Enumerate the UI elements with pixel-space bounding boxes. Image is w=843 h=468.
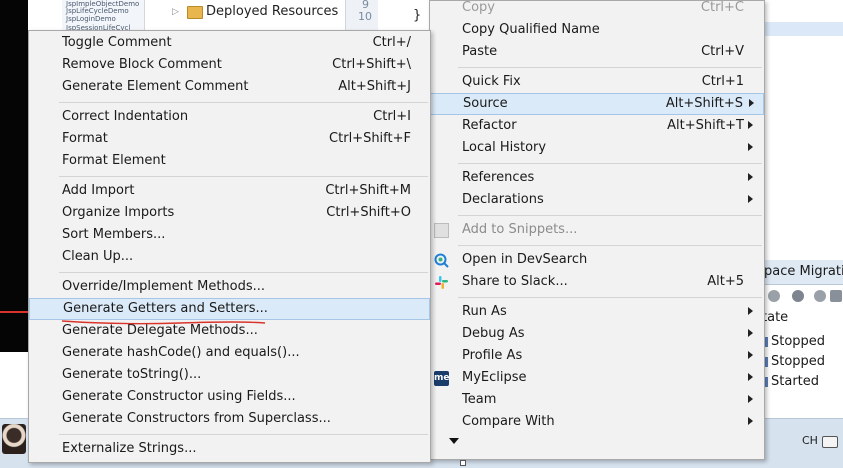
menu-item-remove-block-comment[interactable]: Remove Block Comment Ctrl+Shift+\ (29, 55, 430, 77)
menu-item-externalize-strings[interactable]: Externalize Strings... (29, 439, 430, 461)
menu-item-clean-up[interactable]: Clean Up... (29, 247, 430, 269)
menu-separator (59, 176, 428, 177)
menu-item-quick-fix[interactable]: Quick Fix Ctrl+1 (430, 72, 764, 94)
menu-item-toggle-comment[interactable]: Toggle Comment Ctrl+/ (29, 33, 430, 55)
menu-item-generate-element-comment[interactable]: Generate Element Comment Alt+Shift+J (29, 77, 430, 99)
state-column-header[interactable]: tate (762, 310, 788, 325)
red-underline-annotation (61, 320, 266, 325)
profile-icon[interactable] (814, 290, 826, 302)
menu-item-sort-members[interactable]: Sort Members... (29, 225, 430, 247)
scroll-down-arrow-icon[interactable] (449, 438, 459, 444)
menu-item-copy[interactable]: Copy Ctrl+C (430, 0, 764, 20)
menu-separator (458, 163, 762, 164)
submenu-arrow-icon (748, 373, 753, 381)
deployed-resources-label[interactable]: Deployed Resources (206, 4, 338, 19)
editor-line-highlight (765, 22, 843, 36)
menu-item-paste[interactable]: Paste Ctrl+V (430, 42, 764, 64)
expand-arrow-icon[interactable]: ▷ (172, 7, 179, 17)
menu-item-generate-constructors-from-superclass[interactable]: Generate Constructors from Superclass... (29, 409, 430, 431)
devsearch-icon (434, 253, 449, 268)
tree-item[interactable]: JspLifeCycleDemo (66, 7, 129, 15)
selection-handle (460, 460, 466, 466)
submenu-arrow-icon (748, 351, 753, 359)
menu-item-open-in-devsearch[interactable]: Open in DevSearch (430, 250, 764, 272)
menu-item-correct-indentation[interactable]: Correct Indentation Ctrl+I (29, 107, 430, 129)
menu-item-references[interactable]: References (430, 168, 764, 190)
start-icon[interactable] (792, 290, 804, 302)
snippets-icon (434, 223, 449, 238)
menu-item-declarations[interactable]: Declarations (430, 190, 764, 212)
menu-separator (59, 272, 428, 273)
menu-item-profile-as[interactable]: Profile As (430, 346, 764, 368)
folder-icon (187, 6, 203, 19)
menu-separator (59, 102, 428, 103)
menu-item-generate-tostring[interactable]: Generate toString()... (29, 365, 430, 387)
menu-item-add-import[interactable]: Add Import Ctrl+Shift+M (29, 181, 430, 203)
submenu-arrow-icon (748, 173, 753, 181)
menu-item-generate-getters-and-setters[interactable]: Generate Getters and Setters... (29, 298, 430, 320)
server-state[interactable]: Stopped (771, 334, 825, 349)
menu-item-refactor[interactable]: Refactor Alt+Shift+T (430, 116, 764, 138)
servers-tab-title[interactable]: pace Migration (764, 264, 843, 279)
menu-item-override-implement-methods[interactable]: Override/Implement Methods... (29, 277, 430, 299)
code-brace: } (413, 8, 422, 23)
red-marker-line (0, 311, 28, 313)
menu-item-myeclipse[interactable]: me MyEclipse (430, 368, 764, 390)
menu-separator (59, 434, 428, 435)
context-menu: Copy Ctrl+C Copy Qualified Name Paste Ct… (429, 0, 765, 460)
menu-separator (458, 67, 762, 68)
menu-item-debug-as[interactable]: Debug As (430, 324, 764, 346)
slack-icon (434, 275, 449, 290)
myeclipse-icon: me (434, 371, 449, 386)
debug-icon[interactable] (768, 290, 780, 302)
menu-item-share-to-slack[interactable]: Share to Slack... Alt+5 (430, 272, 764, 294)
menu-item-copy-qualified-name[interactable]: Copy Qualified Name (430, 20, 764, 42)
submenu-arrow-icon (748, 417, 753, 425)
menu-item-compare-with[interactable]: Compare With (430, 412, 764, 434)
project-tree-fragment: JspImpleObjectDemo JspLifeCycleDemo JspL… (62, 0, 144, 32)
submenu-arrow-icon (748, 329, 753, 337)
stop-icon[interactable] (830, 290, 842, 302)
server-state[interactable]: Stopped (771, 354, 825, 369)
submenu-arrow-icon (749, 99, 754, 107)
menu-item-source[interactable]: Source Alt+Shift+S (430, 93, 764, 115)
submenu-arrow-icon (748, 395, 753, 403)
source-submenu: Toggle Comment Ctrl+/ Remove Block Comme… (28, 30, 431, 463)
avatar[interactable] (2, 424, 26, 454)
ime-indicator[interactable]: CH (802, 434, 818, 447)
menu-item-run-as[interactable]: Run As (430, 302, 764, 324)
menu-item-add-to-snippets[interactable]: Add to Snippets... (430, 220, 764, 242)
line-number: 10 (358, 10, 372, 23)
menu-item-organize-imports[interactable]: Organize Imports Ctrl+Shift+O (29, 203, 430, 225)
menu-item-local-history[interactable]: Local History (430, 138, 764, 160)
menu-item-format-element[interactable]: Format Element (29, 151, 430, 173)
servers-toolbar (766, 290, 843, 306)
menu-separator (458, 297, 762, 298)
submenu-arrow-icon (748, 143, 753, 151)
submenu-arrow-icon (748, 121, 753, 129)
dark-panel (0, 0, 28, 352)
menu-item-generate-constructor-using-fields[interactable]: Generate Constructor using Fields... (29, 387, 430, 409)
server-state[interactable]: Started (771, 374, 819, 389)
menu-item-team[interactable]: Team (430, 390, 764, 412)
keyboard-icon[interactable] (822, 436, 838, 448)
menu-separator (458, 245, 762, 246)
menu-item-generate-hashcode-equals[interactable]: Generate hashCode() and equals()... (29, 343, 430, 365)
submenu-arrow-icon (748, 195, 753, 203)
menu-separator (458, 215, 762, 216)
submenu-arrow-icon (748, 307, 753, 315)
menu-item-format[interactable]: Format Ctrl+Shift+F (29, 129, 430, 151)
tree-item[interactable]: JspLoginDemo (66, 15, 116, 23)
